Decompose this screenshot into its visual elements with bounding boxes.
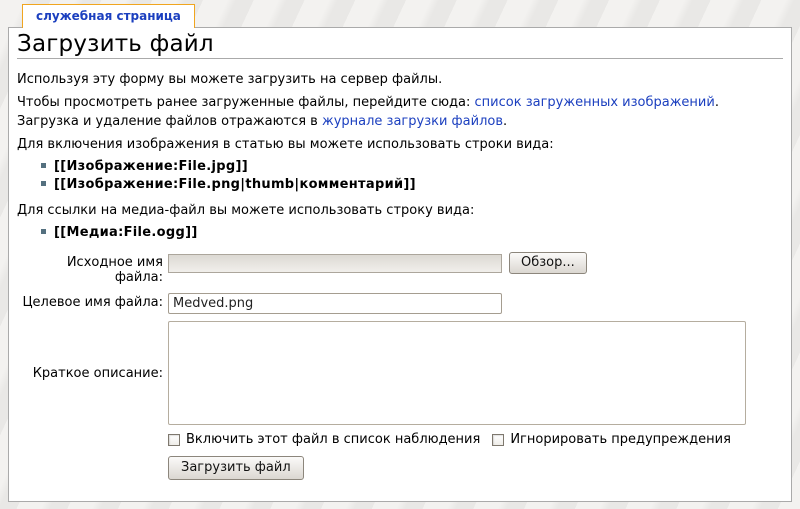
target-file-label: Целевое имя файла:: [17, 292, 163, 310]
media-syntax-list: [[Медиа:File.ogg]]: [17, 224, 783, 242]
image-syntax-example: [[Изображение:File.png|thumb|комментарий…: [41, 176, 783, 194]
image-syntax-example: [[Изображение:File.jpg]]: [41, 158, 783, 176]
page-title: Загрузить файл: [17, 32, 783, 59]
content-panel: Загрузить файл Используя эту форму вы мо…: [8, 27, 792, 502]
submit-row: Загрузить файл: [168, 456, 783, 480]
ignore-warnings-checkbox[interactable]: [492, 434, 504, 446]
log-line-period: .: [503, 114, 507, 129]
image-syntax-intro: Для включения изображения в статью вы мо…: [17, 135, 783, 154]
summary-textarea[interactable]: [168, 321, 746, 425]
media-syntax-intro: Для ссылки на медиа-файл вы можете испол…: [17, 201, 783, 220]
summary-row: Краткое описание:: [17, 321, 783, 425]
history-line-text: Чтобы просмотреть ранее загруженные файл…: [17, 95, 475, 110]
watchlist-checkbox-label: Включить этот файл в список наблюдения: [186, 432, 480, 447]
uploaded-files-list-link[interactable]: список загруженных изображений: [475, 95, 715, 110]
source-file-row: Исходное имя файла: Обзор...: [17, 252, 783, 285]
tab-special-page[interactable]: служебная страница: [22, 4, 195, 28]
image-syntax-list: [[Изображение:File.jpg]] [[Изображение:F…: [17, 158, 783, 194]
checkbox-row: Включить этот файл в список наблюдения И…: [168, 432, 783, 447]
ignore-warnings-option: Игнорировать предупреждения: [492, 432, 731, 447]
history-line-period: .: [715, 95, 719, 110]
source-file-label: Исходное имя файла:: [17, 252, 163, 285]
upload-log-link[interactable]: журнале загрузки файлов: [322, 114, 503, 129]
summary-label: Краткое описание:: [17, 366, 163, 381]
links-paragraph: Чтобы просмотреть ранее загруженные файл…: [17, 93, 783, 131]
source-file-input[interactable]: [168, 254, 502, 273]
upload-submit-button[interactable]: Загрузить файл: [168, 456, 304, 480]
watchlist-checkbox[interactable]: [168, 434, 180, 446]
intro-paragraph: Используя эту форму вы можете загрузить …: [17, 70, 783, 89]
browse-button[interactable]: Обзор...: [509, 252, 587, 274]
tab-special-page-label: служебная страница: [36, 9, 181, 23]
target-file-row: Целевое имя файла:: [17, 292, 783, 314]
upload-form: Исходное имя файла: Обзор... Целевое имя…: [17, 252, 783, 480]
target-file-input[interactable]: [168, 293, 502, 314]
ignore-warnings-checkbox-label: Игнорировать предупреждения: [510, 432, 731, 447]
media-syntax-example: [[Медиа:File.ogg]]: [41, 224, 783, 242]
watchlist-option: Включить этот файл в список наблюдения: [168, 432, 480, 447]
log-line-text: Загрузка и удаление файлов отражаются в: [17, 114, 322, 129]
